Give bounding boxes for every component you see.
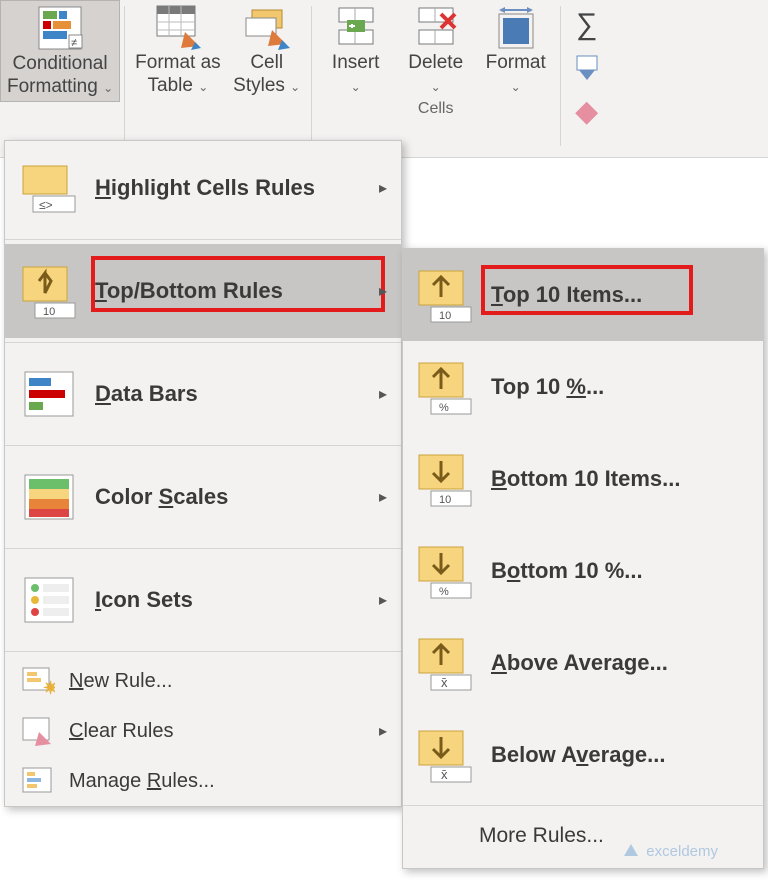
submenu-label: Below Average... xyxy=(491,742,665,768)
menu-label: Manage Rules... xyxy=(69,770,215,793)
submenu-bottom10-percent[interactable]: % Bottom 10 %... xyxy=(403,525,763,617)
editing-group: ∑ ◆ xyxy=(565,0,601,129)
format-as-table-button[interactable]: Format asTable ⌄ xyxy=(129,0,227,100)
svg-text:10: 10 xyxy=(439,310,451,322)
svg-text:%: % xyxy=(439,402,449,414)
submenu-label: Bottom 10 %... xyxy=(491,558,643,584)
submenu-top10-items[interactable]: 10 Top 10 Items... xyxy=(403,249,763,341)
format-as-table-icon xyxy=(155,4,201,50)
bottom10-percent-icon: % xyxy=(417,543,473,599)
below-average-icon: x̄ xyxy=(417,727,473,783)
svg-text:%: % xyxy=(439,586,449,598)
format-button[interactable]: Format⌄ xyxy=(476,0,556,100)
manage-rules-icon xyxy=(21,764,55,798)
separator xyxy=(311,6,312,146)
svg-text:x̄: x̄ xyxy=(441,675,448,690)
above-average-icon: x̄ xyxy=(417,635,473,691)
sigma-icon[interactable]: ∑ xyxy=(576,8,597,42)
format-icon xyxy=(493,4,539,50)
top10-items-icon: 10 xyxy=(417,267,473,323)
submenu-label: Top 10 Items... xyxy=(491,282,642,308)
fill-down-icon[interactable] xyxy=(573,54,601,82)
ribbon: ≠ ConditionalFormatting ⌄ Format asTable… xyxy=(0,0,768,158)
chevron-down-icon: ⌄ xyxy=(431,80,441,94)
submenu-bottom10-items[interactable]: 10 Bottom 10 Items... xyxy=(403,433,763,525)
menu-new-rule[interactable]: ✷ New Rule... xyxy=(5,656,401,706)
svg-text:10: 10 xyxy=(43,306,55,318)
format-as-table-label: Format asTable ⌄ xyxy=(135,52,221,98)
submenu-label: Bottom 10 Items... xyxy=(491,466,680,492)
format-label: Format⌄ xyxy=(486,52,546,98)
cell-styles-icon xyxy=(244,4,290,50)
submenu-label: Top 10 %... xyxy=(491,374,604,400)
color-scales-icon xyxy=(21,469,77,525)
eraser-icon[interactable]: ◆ xyxy=(575,94,598,129)
separator xyxy=(124,6,125,146)
delete-button[interactable]: Delete⌄ xyxy=(396,0,476,100)
menu-top-bottom-rules[interactable]: 10 Top/Bottom Rules xyxy=(5,244,401,338)
menu-data-bars[interactable]: Data Bars xyxy=(5,347,401,441)
svg-text:x̄: x̄ xyxy=(441,767,448,782)
icon-sets-icon xyxy=(21,572,77,628)
menu-label: Data Bars xyxy=(95,381,198,407)
chevron-down-icon: ⌄ xyxy=(198,80,208,94)
svg-text:10: 10 xyxy=(439,494,451,506)
chevron-down-icon: ⌄ xyxy=(103,81,113,95)
delete-icon xyxy=(413,4,459,50)
menu-label: Clear Rules xyxy=(69,720,174,743)
chevron-down-icon: ⌄ xyxy=(351,80,361,94)
delete-label: Delete⌄ xyxy=(408,52,463,98)
conditional-formatting-menu: ≤> Highlight Cells Rules 10 Top/Bottom R… xyxy=(4,140,402,807)
top-bottom-submenu: 10 Top 10 Items... % Top 10 %... 10 Bott… xyxy=(402,248,764,869)
menu-label: Icon Sets xyxy=(95,587,193,613)
svg-text:≤>: ≤> xyxy=(39,198,53,212)
chevron-down-icon: ⌄ xyxy=(511,80,521,94)
svg-text:✷: ✷ xyxy=(43,678,55,698)
menu-color-scales[interactable]: Color Scales xyxy=(5,450,401,544)
submenu-below-average[interactable]: x̄ Below Average... xyxy=(403,709,763,801)
menu-label: New Rule... xyxy=(69,670,172,693)
cell-styles-button[interactable]: CellStyles ⌄ xyxy=(227,0,307,100)
clear-rules-icon xyxy=(21,714,55,748)
menu-manage-rules[interactable]: Manage Rules... xyxy=(5,756,401,806)
submenu-top10-percent[interactable]: % Top 10 %... xyxy=(403,341,763,433)
cell-styles-label: CellStyles ⌄ xyxy=(233,52,300,98)
menu-label: Highlight Cells Rules xyxy=(95,175,315,201)
submenu-label: Above Average... xyxy=(491,650,668,676)
menu-label: Color Scales xyxy=(95,484,228,510)
insert-icon xyxy=(333,4,379,50)
svg-text:≠: ≠ xyxy=(71,37,77,49)
separator xyxy=(560,6,561,146)
highlight-cells-icon: ≤> xyxy=(21,160,77,216)
menu-icon-sets[interactable]: Icon Sets xyxy=(5,553,401,647)
top10-percent-icon: % xyxy=(417,359,473,415)
conditional-formatting-button[interactable]: ≠ ConditionalFormatting ⌄ xyxy=(0,0,120,102)
conditional-formatting-icon: ≠ xyxy=(37,5,83,51)
menu-highlight-cells-rules[interactable]: ≤> Highlight Cells Rules xyxy=(5,141,401,235)
watermark: exceldemy xyxy=(622,842,718,860)
top-bottom-icon: 10 xyxy=(21,263,77,319)
cells-group-label: Cells xyxy=(418,100,454,118)
menu-label: Top/Bottom Rules xyxy=(95,278,283,304)
submenu-above-average[interactable]: x̄ Above Average... xyxy=(403,617,763,709)
cells-group: Insert⌄ Delete⌄ xyxy=(316,0,556,118)
insert-label: Insert⌄ xyxy=(332,52,380,98)
chevron-down-icon: ⌄ xyxy=(290,80,300,94)
conditional-formatting-label: ConditionalFormatting ⌄ xyxy=(7,53,113,99)
insert-button[interactable]: Insert⌄ xyxy=(316,0,396,100)
bottom10-items-icon: 10 xyxy=(417,451,473,507)
menu-clear-rules[interactable]: Clear Rules xyxy=(5,706,401,756)
new-rule-icon: ✷ xyxy=(21,664,55,698)
data-bars-icon xyxy=(21,366,77,422)
